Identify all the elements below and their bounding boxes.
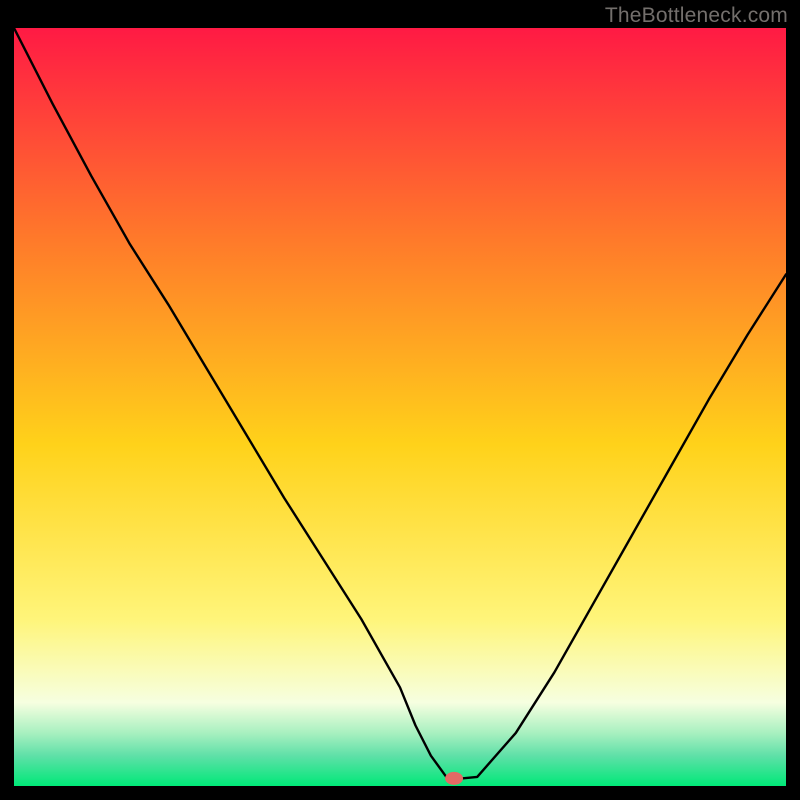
minimum-marker bbox=[445, 772, 463, 785]
watermark-text: TheBottleneck.com bbox=[605, 4, 788, 28]
chart-frame bbox=[14, 28, 786, 786]
gradient-background bbox=[14, 28, 786, 786]
bottleneck-chart bbox=[14, 28, 786, 786]
